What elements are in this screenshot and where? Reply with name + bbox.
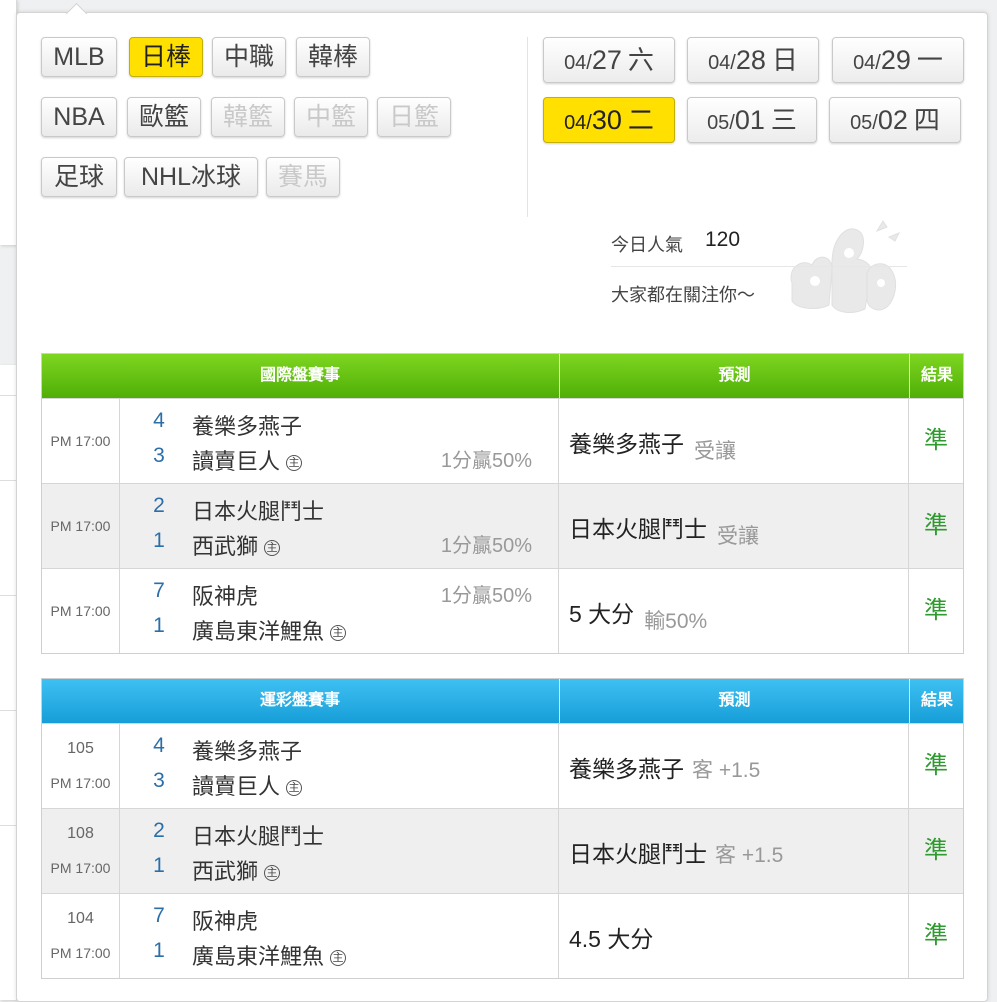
header-result: 結果	[909, 679, 964, 723]
home-team[interactable]: 讀賣巨人主	[192, 769, 303, 801]
away-team[interactable]: 日本火腿鬥士	[192, 819, 324, 851]
home-score: 1	[153, 854, 165, 877]
table-row: PM 17:00 2 日本火腿鬥士 1 西武獅主 1分贏50% 日本火腿鬥士 受讓…	[42, 483, 963, 568]
international-table: 國際盤賽事 預測 結果 PM 17:00 4 養樂多燕子 3 讀賣巨人主 1分贏…	[41, 353, 964, 654]
home-badge: 主	[330, 625, 347, 641]
home-score: 1	[153, 614, 165, 637]
popularity-label: 今日人氣	[611, 235, 683, 255]
home-score: 1	[153, 939, 165, 962]
sport-tab-horse-racing: 賽馬	[266, 157, 340, 197]
away-team[interactable]: 養樂多燕子	[192, 734, 302, 766]
table-row: 105 PM 17:00 4 養樂多燕子 3 讀賣巨人主 養樂多燕子客 +1.5…	[42, 723, 963, 808]
game-time: PM 17:00	[50, 775, 111, 791]
game-time: PM 17:00	[50, 945, 111, 961]
popularity-divider	[611, 266, 907, 267]
away-team[interactable]: 養樂多燕子	[192, 409, 302, 441]
popover-arrow	[65, 2, 88, 25]
date-tab-0502[interactable]: 05/02 四	[829, 97, 961, 143]
divider	[527, 37, 528, 217]
home-badge: 主	[264, 865, 281, 881]
game-time: PM 17:00	[50, 433, 111, 449]
prediction: 養樂多燕子客 +1.5	[569, 756, 761, 782]
odds-result: 1分贏50%	[440, 450, 532, 472]
home-badge: 主	[286, 780, 303, 796]
prediction: 4.5 大分	[569, 926, 654, 952]
header-prediction: 預測	[559, 679, 909, 723]
sport-tab-npb[interactable]: 日棒	[129, 37, 203, 77]
prediction: 養樂多燕子 受讓	[569, 431, 736, 463]
sport-tab-euro-basketball[interactable]: 歐籃	[127, 97, 201, 137]
result-mark: 準	[924, 597, 948, 624]
sport-tab-nhl[interactable]: NHL冰球	[124, 157, 258, 197]
home-team[interactable]: 廣島東洋鯉魚主	[192, 614, 347, 646]
home-badge: 主	[286, 455, 303, 471]
result-mark: 準	[924, 837, 948, 864]
popularity-message: 大家都在關注你～	[611, 285, 755, 305]
prediction: 日本火腿鬥士 受讓	[569, 516, 759, 548]
popularity-count: 120	[705, 228, 741, 251]
left-panel-top	[0, 0, 17, 245]
home-team[interactable]: 西武獅主	[192, 854, 281, 886]
table-header: 國際盤賽事 預測 結果	[42, 354, 963, 398]
picks-popover: MLB 日棒 中職 韓棒 NBA 歐籃 韓籃 中籃 日籃 足球 NHL冰球 賽馬…	[16, 2, 988, 1002]
header-match: 運彩盤賽事	[259, 692, 340, 709]
left-panel-bottom	[0, 365, 17, 1000]
away-score: 4	[153, 409, 165, 432]
date-tab-0429[interactable]: 04/29 一	[832, 37, 964, 83]
game-time: PM 17:00	[50, 603, 111, 619]
result-mark: 準	[924, 427, 948, 454]
sport-tab-nba[interactable]: NBA	[41, 97, 117, 137]
date-tab-0501[interactable]: 05/01 三	[687, 97, 817, 143]
table-header: 運彩盤賽事 預測 結果	[42, 679, 963, 723]
sport-tab-kbo[interactable]: 韓棒	[296, 37, 370, 77]
date-tab-0428[interactable]: 04/28 日	[687, 37, 819, 83]
sports-lottery-table: 運彩盤賽事 預測 結果 105 PM 17:00 4 養樂多燕子 3 讀賣巨人主…	[41, 678, 964, 979]
game-number: 108	[67, 825, 94, 842]
away-score: 7	[153, 579, 165, 602]
away-score: 7	[153, 904, 165, 927]
home-team[interactable]: 西武獅主	[192, 529, 281, 561]
away-team[interactable]: 阪神虎	[192, 579, 258, 611]
game-number: 104	[67, 910, 94, 927]
mascot-icon	[790, 220, 901, 313]
sport-tab-sbl: 中籃	[294, 97, 368, 137]
home-score: 3	[153, 444, 165, 467]
sport-tab-mlb[interactable]: MLB	[41, 37, 117, 77]
table-row: PM 17:00 7 阪神虎 1分贏50% 1 廣島東洋鯉魚主 5 大分 輸50%…	[42, 568, 963, 653]
prediction: 5 大分 輸50%	[569, 601, 708, 633]
header-result: 結果	[909, 354, 964, 398]
header-prediction: 預測	[559, 354, 909, 398]
away-team[interactable]: 阪神虎	[192, 904, 258, 936]
away-team[interactable]: 日本火腿鬥士	[192, 494, 324, 526]
sport-tab-bleague: 日籃	[377, 97, 451, 137]
date-tab-0427[interactable]: 04/27 六	[543, 37, 675, 83]
sport-tab-soccer[interactable]: 足球	[41, 157, 117, 197]
odds-result: 1分贏50%	[440, 535, 532, 557]
table-row: 104 PM 17:00 7 阪神虎 1 廣島東洋鯉魚主 4.5 大分 準	[42, 893, 963, 978]
home-badge: 主	[330, 950, 347, 966]
header-match: 國際盤賽事	[259, 367, 340, 384]
away-score: 2	[153, 819, 165, 842]
away-score: 4	[153, 734, 165, 757]
date-tab-0430[interactable]: 04/30 二	[543, 97, 675, 143]
result-mark: 準	[924, 752, 948, 779]
odds-result: 1分贏50%	[440, 585, 532, 607]
home-team[interactable]: 廣島東洋鯉魚主	[192, 939, 347, 971]
home-badge: 主	[264, 540, 281, 556]
game-time: PM 17:00	[50, 860, 111, 876]
sport-tab-cpbl[interactable]: 中職	[212, 37, 286, 77]
game-number: 105	[67, 740, 94, 757]
result-mark: 準	[924, 922, 948, 949]
sport-tab-kbl: 韓籃	[211, 97, 285, 137]
away-score: 2	[153, 494, 165, 517]
home-score: 3	[153, 769, 165, 792]
home-team[interactable]: 讀賣巨人主	[192, 444, 303, 476]
result-mark: 準	[924, 512, 948, 539]
table-row: 108 PM 17:00 2 日本火腿鬥士 1 西武獅主 日本火腿鬥士客 +1.…	[42, 808, 963, 893]
table-row: PM 17:00 4 養樂多燕子 3 讀賣巨人主 1分贏50% 養樂多燕子 受讓 …	[42, 398, 963, 483]
prediction: 日本火腿鬥士客 +1.5	[569, 841, 784, 867]
home-score: 1	[153, 529, 165, 552]
game-time: PM 17:00	[50, 518, 111, 534]
